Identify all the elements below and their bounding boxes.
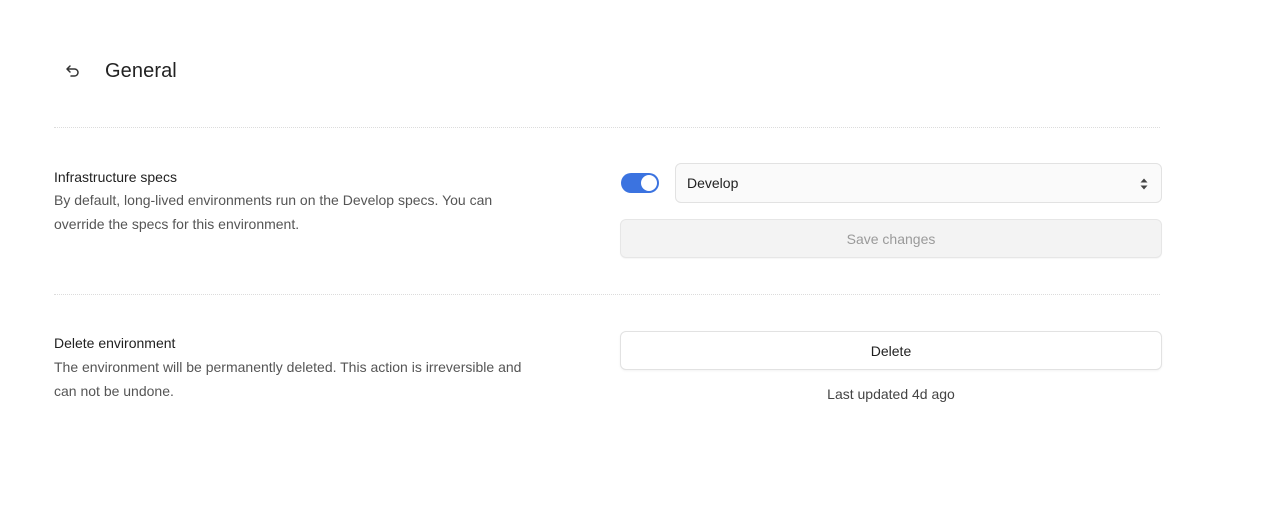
delete-button[interactable]: Delete (620, 331, 1162, 370)
save-changes-button[interactable]: Save changes (620, 219, 1162, 258)
override-specs-toggle[interactable] (621, 173, 659, 193)
delete-desc-line2: can not be undone. (54, 383, 174, 399)
last-updated-text: Last updated 4d ago (827, 386, 955, 402)
section-divider (54, 127, 1160, 128)
delete-environment-description: The environment will be permanently dele… (54, 355, 521, 403)
section-divider (54, 294, 1160, 295)
settings-page: General Infrastructure specs By default,… (0, 0, 1280, 530)
specs-select-value: Develop (687, 175, 739, 191)
delete-environment-title: Delete environment (54, 335, 176, 351)
page-header: General (62, 56, 177, 86)
undo-arrow-icon (66, 65, 79, 77)
delete-desc-line1: The environment will be permanently dele… (54, 359, 522, 375)
back-button[interactable] (62, 60, 84, 82)
infrastructure-desc-line2: override the specs for this environment. (54, 216, 300, 232)
infrastructure-specs-title: Infrastructure specs (54, 169, 177, 185)
select-arrows-icon (1140, 178, 1148, 190)
page-title: General (105, 59, 177, 82)
toggle-knob (641, 175, 657, 191)
specs-select[interactable]: Develop (675, 163, 1162, 203)
infrastructure-desc-line1: By default, long-lived environments run … (54, 192, 493, 208)
infrastructure-specs-description: By default, long-lived environments run … (54, 188, 492, 236)
